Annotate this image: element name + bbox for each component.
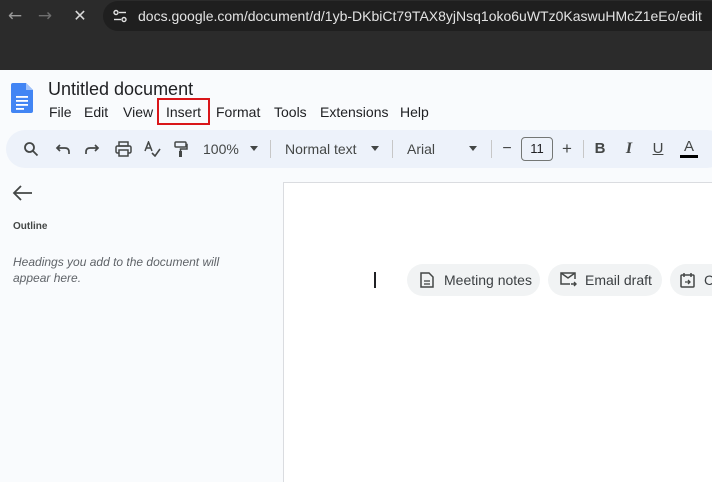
- increase-font-size-button[interactable]: +: [558, 130, 576, 168]
- document-icon: [420, 272, 434, 288]
- calendar-event-icon: [680, 273, 695, 288]
- browser-toolbar: ← → ✕ docs.google.com/document/d/1yb-DKb…: [0, 0, 712, 70]
- document-page[interactable]: [283, 182, 712, 482]
- formatting-toolbar: 100% Normal text Arial − 11 + B I U A: [6, 130, 712, 168]
- redo-icon[interactable]: [81, 130, 103, 168]
- menu-file[interactable]: File: [49, 104, 72, 120]
- menu-extensions[interactable]: Extensions: [320, 104, 388, 120]
- zoom-caret-icon[interactable]: [250, 146, 258, 151]
- address-bar[interactable]: docs.google.com/document/d/1yb-DKbiCt79T…: [103, 1, 712, 31]
- toolbar-divider: [392, 140, 393, 158]
- text-cursor: [374, 272, 376, 288]
- toolbar-divider: [270, 140, 271, 158]
- zoom-dropdown[interactable]: 100%: [203, 130, 243, 168]
- italic-button[interactable]: I: [620, 130, 638, 168]
- outline-empty-hint: Headings you add to the document will ap…: [13, 255, 220, 285]
- back-arrow-icon[interactable]: ←: [5, 6, 25, 26]
- underline-button[interactable]: U: [649, 130, 667, 168]
- outline-back-arrow-icon[interactable]: [12, 184, 34, 202]
- font-caret-icon[interactable]: [469, 146, 477, 151]
- font-dropdown[interactable]: Arial: [407, 130, 457, 168]
- docs-header: Untitled document File Edit View Insert …: [0, 70, 712, 130]
- menu-view[interactable]: View: [123, 104, 153, 120]
- text-color-swatch: [680, 155, 698, 158]
- calendar-chip[interactable]: C: [670, 264, 712, 296]
- font-size-input[interactable]: 11: [521, 137, 553, 161]
- menu-help[interactable]: Help: [400, 104, 429, 120]
- toolbar-divider: [491, 140, 492, 158]
- calendar-chip-label: C: [704, 272, 712, 288]
- site-info-icon[interactable]: [113, 9, 127, 23]
- meeting-notes-chip[interactable]: Meeting notes: [407, 264, 540, 296]
- paragraph-style-dropdown[interactable]: Normal text: [285, 130, 365, 168]
- meeting-notes-label: Meeting notes: [444, 272, 532, 288]
- stop-loading-icon[interactable]: ✕: [70, 6, 90, 26]
- print-icon[interactable]: [112, 130, 134, 168]
- forward-arrow-icon[interactable]: →: [35, 6, 55, 26]
- search-icon[interactable]: [20, 130, 42, 168]
- spellcheck-icon[interactable]: [141, 130, 163, 168]
- outline-title: Outline: [13, 221, 48, 232]
- menu-tools[interactable]: Tools: [274, 104, 307, 120]
- google-docs-logo-icon[interactable]: [11, 83, 33, 113]
- decrease-font-size-button[interactable]: −: [498, 130, 516, 168]
- url-text[interactable]: docs.google.com/document/d/1yb-DKbiCt79T…: [138, 8, 702, 24]
- email-draft-label: Email draft: [585, 272, 652, 288]
- menu-format[interactable]: Format: [216, 104, 260, 120]
- bold-button[interactable]: B: [591, 130, 609, 168]
- undo-icon[interactable]: [52, 130, 74, 168]
- toolbar-divider: [583, 140, 584, 158]
- insert-menu-highlight-box: [157, 98, 210, 125]
- paint-format-icon[interactable]: [170, 130, 192, 168]
- email-icon: [560, 272, 577, 287]
- email-draft-chip[interactable]: Email draft: [548, 264, 662, 296]
- text-color-button[interactable]: A: [680, 130, 698, 168]
- document-title[interactable]: Untitled document: [48, 79, 193, 100]
- menu-edit[interactable]: Edit: [84, 104, 108, 120]
- style-caret-icon[interactable]: [371, 146, 379, 151]
